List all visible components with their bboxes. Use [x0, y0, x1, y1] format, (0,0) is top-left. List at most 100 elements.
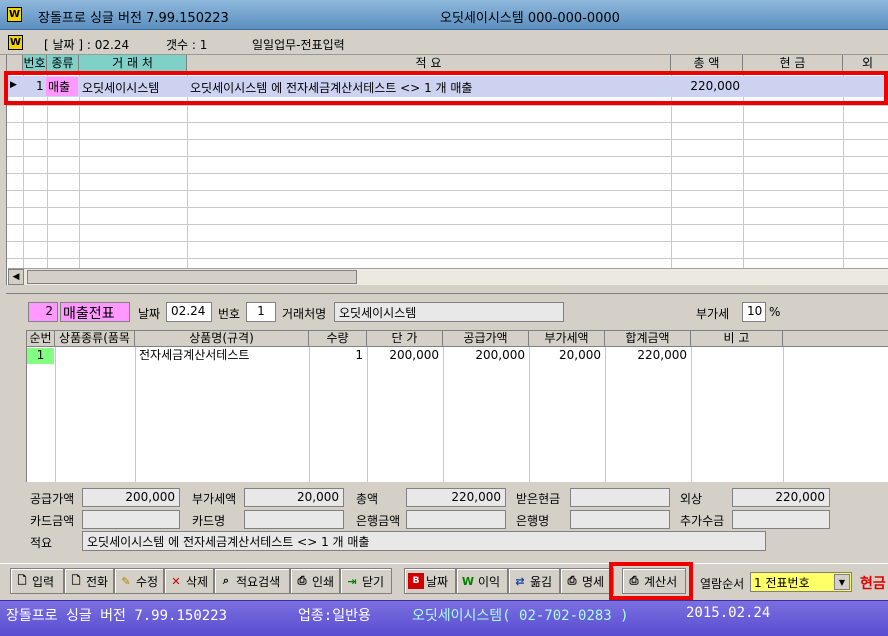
info-date: [ 날짜 ] : 02.24: [44, 38, 130, 52]
col-header-total: 총 액: [671, 55, 743, 72]
card-amount-field[interactable]: [82, 510, 180, 529]
card-amount-label: 카드금액: [30, 514, 75, 528]
col-header-note: 비 고: [691, 331, 783, 347]
date-icon: B: [408, 573, 424, 589]
cash-mark: 현금: [860, 576, 886, 592]
statement-button[interactable]: ⎙ 명세: [560, 568, 614, 594]
scroll-thumb[interactable]: [27, 270, 357, 284]
vat-unit: %: [769, 305, 781, 319]
col-header-category: 상품종류(품목: [55, 331, 135, 347]
voucher-no: 2: [28, 302, 58, 322]
print-button[interactable]: ⎙ 인쇄: [290, 568, 340, 594]
info-mode: 일일업무-전표입력: [252, 38, 345, 52]
status-bar: 장돌프로 싱글 버전 7.99.150223 업종:일반용 오딧세이시스템( 0…: [0, 600, 888, 636]
supply-field: 200,000: [82, 488, 180, 507]
document-icon: 🗋: [17, 573, 27, 587]
col-header-cash: 현 금: [743, 55, 843, 72]
vat-rate-field[interactable]: 10: [742, 302, 766, 322]
number-field[interactable]: 1: [246, 302, 276, 322]
item-supply: 200,000: [475, 348, 525, 362]
item-grid[interactable]: 순번 상품종류(품목 상품명(규격) 수량 단 가 공급가액 부가세액 합계금액…: [26, 330, 888, 482]
col-header-total: 합계금액: [605, 331, 691, 347]
memo-label: 적요: [30, 536, 53, 550]
col-header-no: 번호: [23, 55, 47, 72]
bank-amount-field[interactable]: [406, 510, 506, 529]
item-name: 전자세금계산서테스트: [139, 348, 250, 362]
item-unit-price: 200,000: [389, 348, 439, 362]
voucher-kind[interactable]: 매출전표: [60, 302, 130, 322]
status-product: 장돌프로 싱글 버전 7.99.150223: [6, 608, 228, 624]
search-icon: ⌕: [222, 574, 230, 587]
memo-field[interactable]: 오딧세이시스템 에 전자세금계산서테스트 <> 1 개 매출: [82, 531, 766, 551]
card-name-label: 카드명: [192, 514, 226, 528]
item-vat: 20,000: [559, 348, 601, 362]
bank-name-label: 은행명: [516, 514, 550, 528]
vat-amount-label: 부가세액: [192, 492, 237, 506]
bank-amount-label: 은행금액: [356, 514, 401, 528]
info-count: 갯수 : 1: [166, 38, 208, 52]
supply-label: 공급가액: [30, 492, 75, 506]
item-seq: 1: [27, 348, 54, 364]
horizontal-scrollbar[interactable]: ◀: [8, 268, 888, 285]
printer-icon: ⎙: [297, 574, 307, 587]
total-field: 220,000: [406, 488, 506, 507]
status-date: 2015.02.24: [686, 605, 771, 621]
highlight-box: [4, 71, 888, 105]
col-header-unit-price: 단 가: [367, 331, 443, 347]
cash-label: 받은현금: [516, 492, 561, 506]
app-logo-icon: W: [8, 35, 23, 50]
search-button[interactable]: ⌕ 적요검색: [214, 568, 290, 594]
date-label: 날짜: [138, 307, 161, 321]
company-title: 오딧세이시스템 000-000-0000: [440, 11, 620, 26]
col-header-type: 종류: [47, 55, 79, 72]
phone-button[interactable]: 🗋 전화: [64, 568, 114, 594]
col-header-seq: 순번: [27, 331, 55, 347]
delete-button[interactable]: ✕ 삭제: [164, 568, 214, 594]
status-company: 오딧세이시스템( 02-702-0283 ): [412, 608, 629, 624]
move-button[interactable]: ⇄ 옮김: [508, 568, 560, 594]
col-header-supply: 공급가액: [443, 331, 529, 347]
vendor-field[interactable]: 오딧세이시스템: [334, 302, 564, 322]
cash-field[interactable]: [570, 488, 670, 507]
number-label: 번호: [218, 307, 241, 321]
document-icon: 🗋: [71, 573, 81, 587]
col-header-name: 상품명(규격): [135, 331, 309, 347]
col-header-credit: 외: [843, 55, 888, 72]
printer-icon: ⎙: [567, 574, 577, 587]
info-bar: W [ 날짜 ] : 02.24 갯수 : 1 일일업무-전표입력: [0, 30, 888, 55]
edit-button[interactable]: ✎ 수정: [114, 568, 164, 594]
status-business: 업종:일반용: [298, 608, 371, 624]
exit-icon: ⇥: [347, 574, 357, 588]
profit-icon: W: [461, 574, 475, 588]
credit-field: 220,000: [732, 488, 830, 507]
move-icon: ⇄: [515, 574, 525, 588]
sort-label: 열람순서: [700, 577, 745, 591]
bank-name-field[interactable]: [570, 510, 670, 529]
edit-icon: ✎: [121, 574, 131, 588]
chevron-down-icon[interactable]: ▼: [834, 574, 850, 590]
close-button[interactable]: ⇥ 닫기: [340, 568, 392, 594]
card-name-field[interactable]: [244, 510, 344, 529]
col-header-summary: 적 요: [187, 55, 671, 72]
window-title: 장돌프로 싱글 버전 7.99.150223: [38, 11, 229, 26]
title-bar: W 장돌프로 싱글 버전 7.99.150223 오딧세이시스템 000-000…: [0, 0, 888, 30]
vendor-label: 거래처명: [282, 307, 327, 321]
vat-label: 부가세: [696, 307, 730, 321]
item-qty: 1: [355, 348, 363, 362]
date-field[interactable]: 02.24: [166, 302, 212, 322]
credit-label: 외상: [680, 492, 703, 506]
col-header-vendor: 거 래 처: [79, 55, 187, 72]
highlight-box: [609, 562, 693, 600]
total-label: 총액: [356, 492, 379, 506]
delete-icon: ✕: [171, 574, 181, 588]
date-button[interactable]: B 날짜: [404, 568, 456, 594]
vat-amount-field: 20,000: [244, 488, 344, 507]
col-header-qty: 수량: [309, 331, 367, 347]
extra-field[interactable]: [732, 510, 830, 529]
extra-label: 추가수금: [680, 514, 725, 528]
app-logo-icon: W: [7, 7, 22, 22]
input-button[interactable]: 🗋 입력: [10, 568, 64, 594]
profit-button[interactable]: W 이익: [456, 568, 508, 594]
scroll-left-icon[interactable]: ◀: [8, 269, 24, 285]
sort-select[interactable]: 1 전표번호 ▼: [750, 572, 852, 592]
